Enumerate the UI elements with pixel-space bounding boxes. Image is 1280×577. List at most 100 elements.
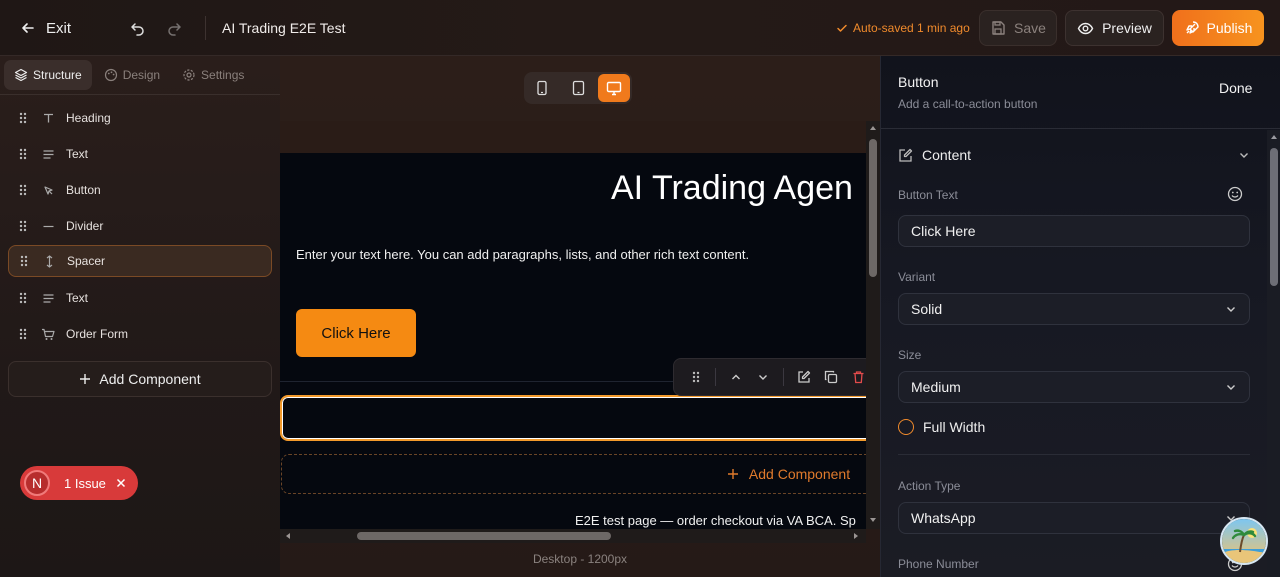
tab-settings[interactable]: Settings [172,60,254,90]
component-item-spacer[interactable]: Spacer [8,245,272,277]
drag-handle-icon[interactable] [8,292,38,304]
component-label: Heading [66,111,111,125]
component-item-order-form[interactable]: Order Form [8,318,272,350]
redo-button[interactable] [160,14,188,42]
undo-button[interactable] [124,14,152,42]
tab-design[interactable]: Design [94,60,170,90]
canvas-vertical-scrollbar[interactable] [866,121,880,529]
autosave-status: Auto-saved 1 min ago [836,14,970,42]
user-avatar[interactable] [1220,517,1268,565]
exit-button[interactable]: Exit [20,14,71,42]
full-width-radio[interactable] [898,419,914,435]
toolbar-divider [205,16,206,40]
edit-icon[interactable] [790,358,817,396]
page-paragraph[interactable]: Enter your text here. You can add paragr… [296,247,749,262]
chevron-down-icon[interactable] [750,358,777,396]
scroll-thumb[interactable] [357,532,611,540]
phone-number-label: Phone Number [898,557,979,571]
autosave-text: Auto-saved 1 min ago [853,21,970,35]
drag-handle-icon[interactable] [8,112,38,124]
panel-title: Button [898,74,939,90]
component-item-divider[interactable]: Divider [8,210,272,242]
size-select[interactable]: Medium [898,371,1250,403]
content-section-header[interactable]: Content [898,144,1250,166]
component-label: Button [66,183,101,197]
save-label: Save [1014,20,1046,36]
spacer-icon [39,254,59,268]
component-label: Text [66,147,89,161]
device-mobile-button[interactable] [526,74,558,102]
cart-icon [38,328,58,341]
device-switcher [524,72,632,104]
add-component-label: Add Component [99,371,201,387]
eye-icon [1077,20,1094,37]
scroll-down-icon[interactable] [869,517,877,523]
page-heading[interactable]: AI Trading Agen [611,169,853,208]
add-component-button[interactable]: Add Component [8,361,272,397]
component-label: Text [66,291,89,305]
component-item-text[interactable]: Text [8,138,272,170]
trash-icon[interactable] [845,358,866,396]
block-toolbar [673,358,866,396]
publish-button[interactable]: Publish [1172,10,1264,46]
toolbar-separator [782,368,784,386]
action-type-value: WhatsApp [911,510,976,526]
component-label: Divider [66,219,104,233]
drag-handle-icon[interactable] [8,148,38,160]
chevron-up-icon[interactable] [722,358,749,396]
emoji-icon[interactable] [1227,186,1243,202]
section-label: Content [922,147,972,163]
tab-structure[interactable]: Structure [4,60,92,90]
add-component-dropzone[interactable]: Add Component [281,454,866,494]
scroll-right-icon[interactable] [853,532,859,540]
drag-handle-icon[interactable] [9,255,39,267]
scroll-thumb[interactable] [869,139,877,277]
drag-handle-icon[interactable] [8,184,38,196]
save-button[interactable]: Save [979,10,1057,46]
component-item-button[interactable]: Button [8,174,272,206]
tab-design-label: Design [122,68,161,82]
canvas-horizontal-scrollbar[interactable] [280,529,866,543]
device-desktop-button[interactable] [598,74,630,102]
chevron-down-icon [1225,381,1237,393]
size-value: Medium [911,379,961,395]
size-label: Size [898,348,922,362]
add-component-dropzone-label: Add Component [748,466,851,482]
button-text-input[interactable]: Click Here [898,215,1250,247]
preview-button[interactable]: Preview [1065,10,1164,46]
page-cta-button[interactable]: Click Here [296,309,416,357]
panel-scrollbar[interactable] [1267,130,1280,577]
full-width-toggle[interactable]: Full Width [898,419,985,435]
variant-select[interactable]: Solid [898,293,1250,325]
scroll-thumb[interactable] [1270,148,1278,286]
drag-handle-icon[interactable] [8,220,38,232]
component-item-text[interactable]: Text [8,282,272,314]
panel-subtitle: Add a call-to-action button [898,97,1038,111]
scroll-up-icon[interactable] [1270,134,1278,140]
section-divider [898,454,1250,455]
layers-icon [14,68,28,82]
close-icon[interactable] [116,478,126,488]
tab-structure-label: Structure [33,68,82,82]
rocket-icon [1184,20,1200,36]
device-tablet-button[interactable] [562,74,594,102]
selected-spacer-block[interactable] [280,395,866,441]
issue-badge[interactable]: N 1 Issue [20,466,138,500]
text-icon [38,292,58,305]
duplicate-icon[interactable] [817,358,844,396]
page-title: AI Trading E2E Test [222,20,346,36]
tab-settings-label: Settings [201,68,245,82]
arrow-left-icon [20,20,36,36]
button-text-value: Click Here [911,223,976,239]
exit-label: Exit [46,19,72,37]
edit-icon [898,148,913,163]
redo-icon [166,20,182,36]
component-item-heading[interactable]: Heading [8,102,272,134]
scroll-up-icon[interactable] [869,125,877,131]
drag-handle-icon[interactable] [682,358,709,396]
page-footer-text[interactable]: E2E test page — order checkout via VA BC… [575,513,856,528]
drag-handle-icon[interactable] [8,328,38,340]
action-type-select[interactable]: WhatsApp [898,502,1250,534]
scroll-left-icon[interactable] [285,532,291,540]
done-button[interactable]: Done [1219,80,1252,96]
